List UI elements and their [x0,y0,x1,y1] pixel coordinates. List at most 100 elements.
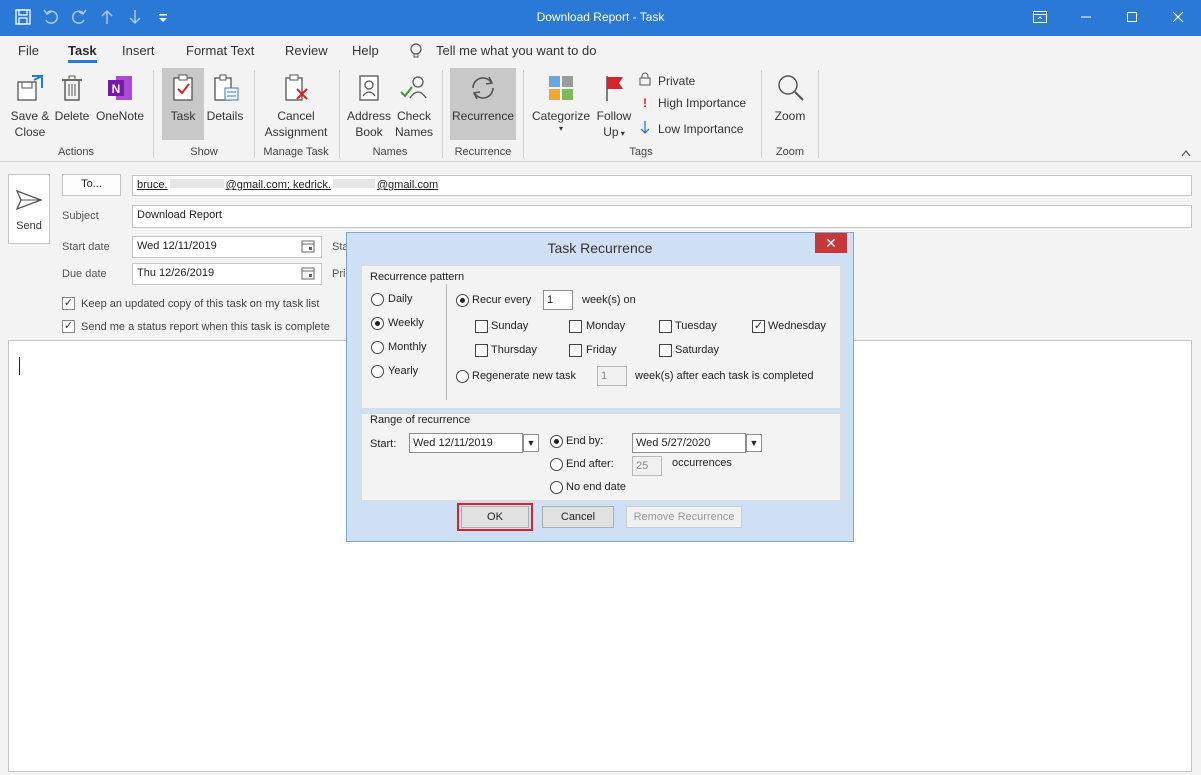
end-after-label: End after: [566,458,614,470]
chevron-down-icon: ▼ [749,438,759,448]
to-field[interactable]: bruce. @gmail.com; kedrick. @gmail.com [132,175,1192,196]
monday-label: Monday [586,320,626,332]
monthly-radio[interactable] [371,341,384,354]
range-of-recurrence-panel: Range of recurrence Start: Wed 12/11/201… [361,413,841,501]
saturday-checkbox[interactable] [659,344,672,357]
follow-up-button[interactable]: Follow Up ▾ [594,72,634,142]
tuesday-checkbox[interactable] [659,320,672,333]
collapse-ribbon-icon[interactable] [1181,146,1191,160]
ribbon-divider [523,70,524,158]
send-icon [15,189,43,214]
onenote-button[interactable]: N OneNote [94,72,146,124]
range-start-dropdown[interactable]: ▼ [523,434,539,452]
arrow-down-icon [638,120,652,137]
close-icon[interactable] [1155,0,1201,34]
check-names-button[interactable]: Check Names [393,72,435,140]
dialog-title: Task Recurrence [547,240,653,256]
sunday-label: Sunday [491,320,529,332]
delete-button[interactable]: Delete [54,72,90,124]
minimize-icon[interactable] [1063,0,1109,34]
high-importance-button[interactable]: ! High Importance [638,96,746,110]
recur-every-input[interactable]: 1 [543,290,573,310]
group-recurrence: Recurrence [454,146,512,158]
zoom-button[interactable]: Zoom [770,72,810,124]
ok-button[interactable]: OK [461,506,529,528]
close-icon: ✕ [825,235,837,251]
regenerate-radio[interactable] [456,370,469,383]
daily-radio[interactable] [371,293,384,306]
task-view-button[interactable]: Task [162,68,204,140]
end-after-input[interactable]: 25 [632,456,662,476]
recur-every-radio[interactable] [456,294,469,307]
address-book-button[interactable]: Address Book [346,72,392,140]
tab-review[interactable]: Review [285,43,328,58]
calendar-icon[interactable] [301,239,315,256]
magnifier-icon [774,72,806,104]
cancel-button[interactable]: Cancel [542,506,614,528]
status-report-checkbox[interactable]: ✓ [62,320,75,333]
chevron-down-icon: ▾ [618,129,625,138]
task-clipboard-icon [167,72,199,104]
ribbon-divider [153,70,154,158]
maximize-icon[interactable] [1109,0,1155,34]
regenerate-label: Regenerate new task [472,370,576,382]
tell-me-search[interactable]: Tell me what you want to do [436,43,596,58]
tab-help[interactable]: Help [352,43,379,58]
ribbon-display-options-icon[interactable] [1017,0,1063,34]
cancel-assignment-button[interactable]: Cancel Assignment [260,72,332,140]
recurrence-pattern-panel: Recurrence pattern Daily Weekly Monthly … [361,265,841,409]
recurrence-button[interactable]: Recurrence [450,68,516,140]
weekly-label: Weekly [388,317,424,329]
calendar-icon[interactable] [301,266,315,283]
group-show: Show [190,146,218,158]
address-book-icon [353,72,385,104]
status-report-label: Send me a status report when this task i… [81,321,330,333]
chevron-down-icon: ▼ [526,438,536,448]
wednesday-checkbox[interactable]: ✓ [752,320,765,333]
cancel-assignment-icon [280,72,312,104]
end-by-radio[interactable] [550,435,563,448]
to-button[interactable]: To... [62,174,121,196]
subject-field[interactable]: Download Report [132,205,1192,228]
sunday-checkbox[interactable] [475,320,488,333]
svg-text:N: N [112,82,121,96]
ribbon-divider [761,70,762,158]
categorize-button[interactable]: Categorize ▾ [530,72,592,134]
end-by-input[interactable]: Wed 5/27/2020 [632,433,746,453]
yearly-radio[interactable] [371,365,384,378]
range-start-input[interactable]: Wed 12/11/2019 [409,433,523,453]
end-by-dropdown[interactable]: ▼ [746,434,762,452]
regenerate-after-label: week(s) after each task is completed [635,370,814,382]
occurrences-label: occurrences [672,457,732,469]
save-close-button[interactable]: Save & Close [6,72,54,140]
monday-checkbox[interactable] [569,320,582,333]
yearly-label: Yearly [388,365,419,377]
details-button[interactable]: Details [206,72,244,124]
recur-every-label: Recur every [472,294,532,306]
group-actions: Actions [57,146,95,158]
redacted-block [332,179,375,188]
tab-file[interactable]: File [18,43,39,58]
no-end-date-radio[interactable] [550,481,563,494]
tab-format-text[interactable]: Format Text [186,43,254,58]
keep-copy-checkbox[interactable]: ✓ [62,297,75,310]
weekly-radio[interactable] [371,317,384,330]
group-zoom: Zoom [775,146,805,158]
tab-task[interactable]: Task [68,43,97,63]
regenerate-input[interactable]: 1 [597,366,627,386]
task-recurrence-dialog: Task Recurrence ✕ Recurrence pattern Dai… [346,232,854,542]
private-button[interactable]: Private [638,72,695,89]
tab-insert[interactable]: Insert [122,43,155,58]
title-bar: Download Report - Task [0,0,1201,36]
chevron-down-icon: ▾ [558,124,563,133]
dialog-close-button[interactable]: ✕ [815,233,847,253]
remove-recurrence-button[interactable]: Remove Recurrence [626,506,742,528]
ribbon-divider [339,70,340,158]
end-after-radio[interactable] [550,458,563,471]
low-importance-button[interactable]: Low Importance [638,120,743,137]
send-button[interactable]: Send [8,174,50,244]
start-date-field[interactable]: Wed 12/11/2019 [132,236,322,258]
thursday-checkbox[interactable] [475,344,488,357]
friday-checkbox[interactable] [569,344,582,357]
due-date-field[interactable]: Thu 12/26/2019 [132,263,322,285]
